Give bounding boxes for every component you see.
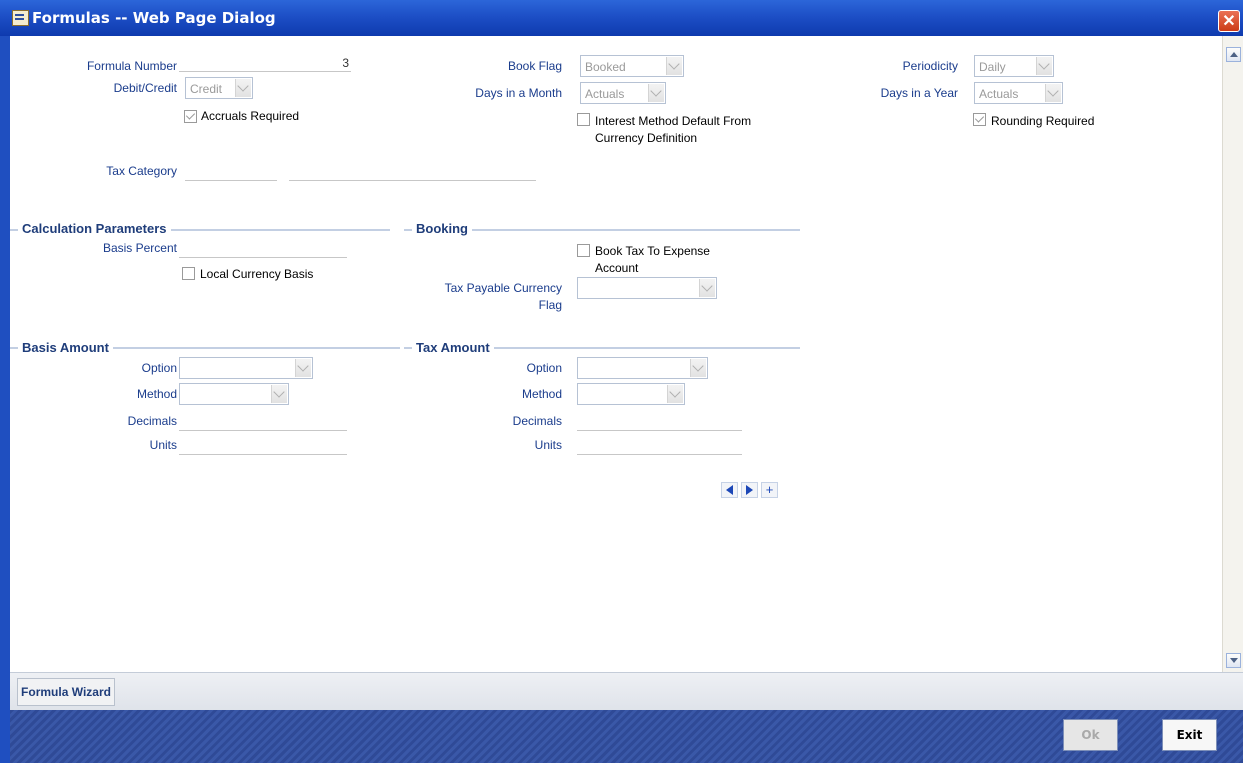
book-tax-to-expense-label-line2: Account	[595, 261, 639, 275]
right-triangle-icon	[746, 485, 753, 495]
add-record-button[interactable]: +	[761, 482, 778, 498]
tax-payable-currency-label-line1: Tax Payable Currency	[444, 281, 562, 295]
title-bar: Formulas -- Web Page Dialog ✕	[0, 0, 1243, 36]
chevron-down-icon	[295, 359, 311, 377]
book-flag-label: Book Flag	[507, 59, 562, 73]
chevron-down-icon	[271, 385, 287, 403]
dialog-content: Formula Number 3 Debit/Credit Credit Acc…	[10, 36, 1222, 672]
scroll-down-button[interactable]	[1226, 653, 1241, 668]
previous-record-button[interactable]	[721, 482, 738, 498]
tax-category-input[interactable]	[185, 165, 277, 181]
debit-credit-select[interactable]: Credit	[185, 77, 253, 99]
basis-decimals-input[interactable]	[179, 415, 347, 431]
tax-category-description	[289, 165, 536, 181]
next-record-button[interactable]	[741, 482, 758, 498]
debit-credit-label: Debit/Credit	[113, 81, 177, 95]
tax-method-select[interactable]	[577, 383, 685, 405]
formula-number-field[interactable]: 3	[179, 56, 351, 72]
basis-method-label: Method	[136, 387, 177, 401]
book-tax-to-expense-label-line1: Book Tax To Expense	[595, 244, 710, 258]
periodicity-select[interactable]: Daily	[974, 55, 1054, 77]
formula-number-label: Formula Number	[86, 59, 177, 73]
tax-amount-heading: Tax Amount	[412, 340, 494, 355]
tax-method-label: Method	[521, 387, 562, 401]
ok-button[interactable]: Ok	[1063, 719, 1118, 751]
basis-decimals-label: Decimals	[127, 414, 177, 428]
book-flag-value: Booked	[585, 60, 626, 74]
periodicity-label: Periodicity	[902, 59, 958, 73]
exit-button[interactable]: Exit	[1162, 719, 1217, 751]
accruals-required-label: Accruals Required	[201, 109, 300, 123]
window-frame-left	[0, 36, 10, 763]
dialog-footer: Ok Exit	[10, 710, 1243, 763]
debit-credit-value: Credit	[190, 82, 223, 96]
tax-decimals-input[interactable]	[577, 415, 742, 431]
periodicity-value: Daily	[979, 60, 1006, 74]
formula-number-value: 3	[342, 56, 349, 70]
interest-method-default-checkbox[interactable]	[577, 113, 590, 126]
tab-bar: Formula Wizard	[10, 672, 1243, 710]
calculation-parameters-heading: Calculation Parameters	[18, 221, 171, 236]
close-icon: ✕	[1222, 13, 1236, 30]
plus-icon: +	[765, 482, 774, 497]
chevron-down-icon	[1036, 57, 1052, 75]
left-triangle-icon	[726, 485, 733, 495]
interest-method-default-label-line1: Interest Method Default From	[595, 114, 752, 128]
days-in-month-label: Days in a Month	[475, 86, 562, 100]
days-in-month-select[interactable]: Actuals	[580, 82, 666, 104]
chevron-down-icon	[690, 359, 706, 377]
chevron-down-icon	[235, 79, 251, 97]
chevron-down-icon	[667, 385, 683, 403]
dialog-app-icon	[12, 10, 29, 26]
vertical-scrollbar[interactable]	[1222, 36, 1243, 672]
local-currency-basis-checkbox[interactable]	[182, 267, 195, 280]
chevron-down-icon	[699, 279, 715, 297]
book-tax-to-expense-checkbox[interactable]	[577, 244, 590, 257]
basis-units-label: Units	[149, 438, 177, 452]
basis-method-select[interactable]	[179, 383, 289, 405]
basis-option-label: Option	[141, 361, 177, 375]
booking-heading: Booking	[412, 221, 472, 236]
interest-method-default-label-line2: Currency Definition	[595, 131, 698, 145]
tax-option-label: Option	[526, 361, 562, 375]
rounding-required-label: Rounding Required	[991, 114, 1095, 128]
days-in-year-label: Days in a Year	[880, 86, 958, 100]
chevron-down-icon	[666, 57, 682, 75]
days-in-month-value: Actuals	[585, 87, 625, 101]
basis-units-input[interactable]	[179, 439, 347, 455]
tax-decimals-label: Decimals	[512, 414, 562, 428]
scroll-up-button[interactable]	[1226, 47, 1241, 62]
days-in-year-select[interactable]: Actuals	[974, 82, 1063, 104]
basis-option-select[interactable]	[179, 357, 313, 379]
tax-option-select[interactable]	[577, 357, 708, 379]
basis-percent-input[interactable]	[179, 242, 347, 258]
rounding-required-checkbox[interactable]	[973, 113, 986, 126]
book-flag-select[interactable]: Booked	[580, 55, 684, 77]
days-in-year-value: Actuals	[979, 87, 1019, 101]
basis-amount-heading: Basis Amount	[18, 340, 113, 355]
tax-payable-currency-label-line2: Flag	[538, 298, 562, 312]
local-currency-basis-label: Local Currency Basis	[200, 267, 314, 281]
basis-percent-label: Basis Percent	[102, 241, 177, 255]
tax-category-label: Tax Category	[106, 164, 177, 178]
tax-units-input[interactable]	[577, 439, 742, 455]
close-button[interactable]: ✕	[1218, 10, 1240, 32]
accruals-required-checkbox[interactable]	[184, 110, 197, 123]
chevron-down-icon	[648, 84, 664, 102]
formula-wizard-tab[interactable]: Formula Wizard	[17, 678, 115, 706]
tax-payable-currency-select[interactable]	[577, 277, 717, 299]
tax-units-label: Units	[534, 438, 562, 452]
window-title: Formulas -- Web Page Dialog	[32, 9, 276, 27]
chevron-down-icon	[1045, 84, 1061, 102]
